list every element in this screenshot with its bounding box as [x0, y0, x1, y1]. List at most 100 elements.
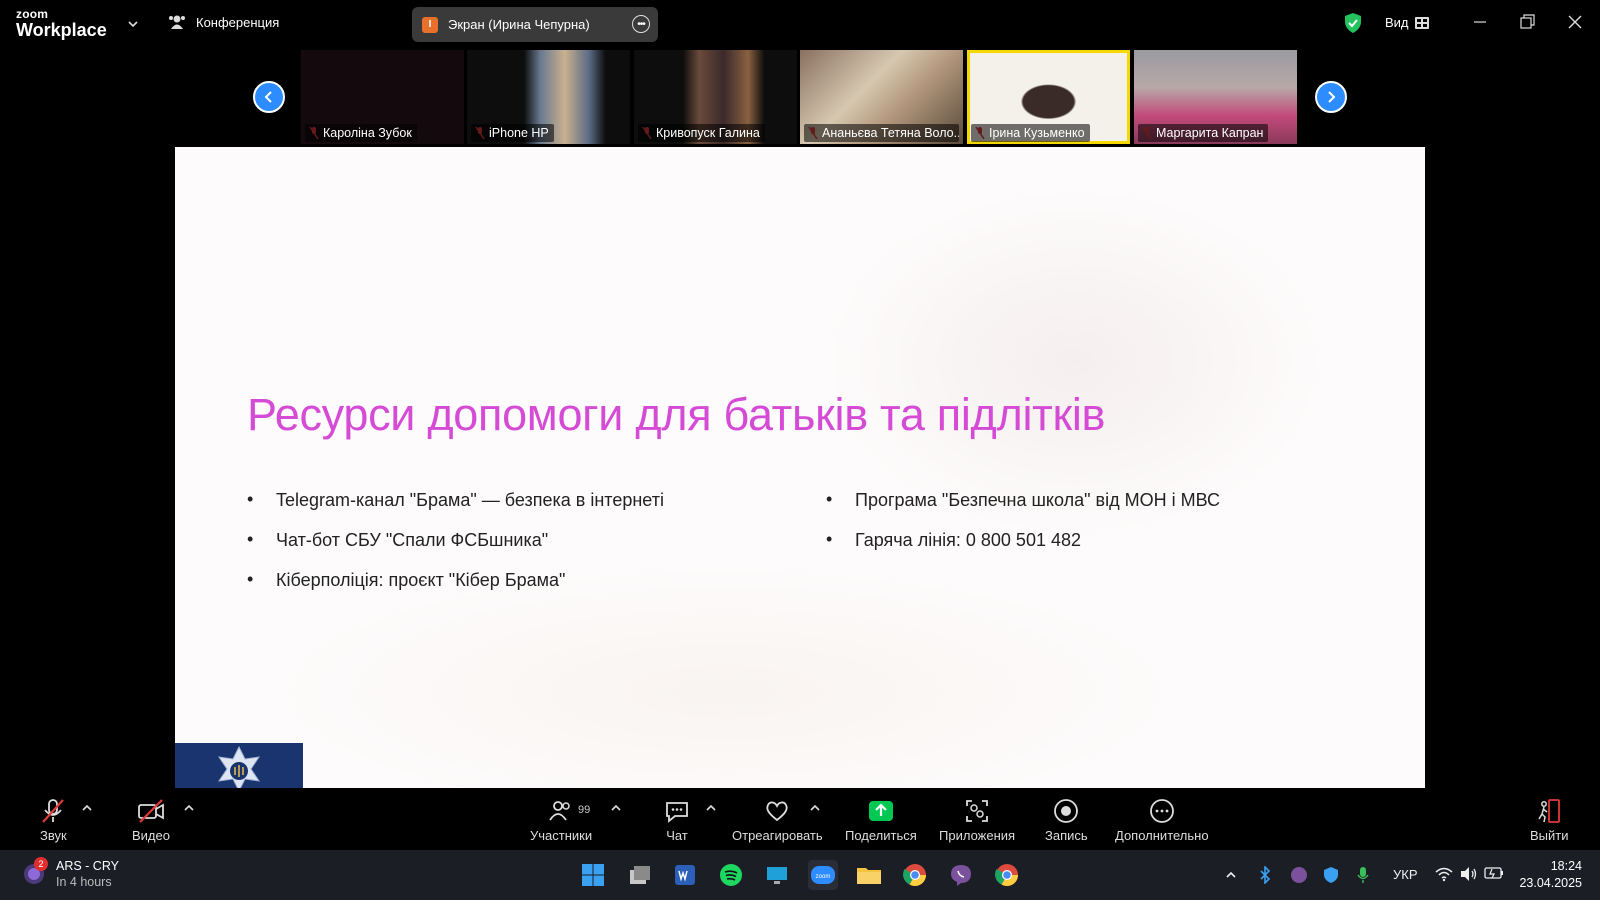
- slide-list-item: Telegram-канал "Брама" — безпека в інтер…: [247, 489, 664, 530]
- chevron-up-icon[interactable]: [1225, 869, 1237, 881]
- share-label: Экран (Ирина Чепурна): [448, 17, 590, 32]
- view-button[interactable]: Вид: [1385, 15, 1429, 30]
- grid-view-icon: [1414, 16, 1429, 29]
- chrome-app-icon[interactable]: [900, 860, 930, 890]
- meeting-info-button[interactable]: Конференция: [168, 14, 279, 30]
- police-emblem-logo: [175, 743, 303, 788]
- chevron-left-icon: [264, 91, 272, 103]
- chevron-up-icon[interactable]: [610, 802, 622, 814]
- more-options-icon[interactable]: •••: [632, 15, 650, 33]
- view-label: Вид: [1385, 15, 1409, 30]
- audio-label: Звук: [40, 828, 67, 843]
- system-clock[interactable]: 18:24 23.04.2025: [1519, 858, 1582, 892]
- slide-title: Ресурси допомоги для батьків та підліткі…: [247, 389, 1106, 440]
- participants-icon: [549, 801, 570, 821]
- chevron-right-icon: [1328, 91, 1336, 103]
- zoom-app-icon[interactable]: zoom: [808, 860, 838, 890]
- slide-background-decoration: [825, 187, 1325, 537]
- share-screen-button[interactable]: Поделиться: [845, 798, 917, 843]
- title-bar: zoom Workplace Конференция I Экран (Ирин…: [0, 0, 1600, 48]
- restore-icon[interactable]: [1517, 12, 1537, 32]
- participants-label: Участники: [530, 828, 593, 843]
- windows-start-icon[interactable]: [578, 860, 608, 890]
- sharer-avatar: I: [422, 16, 438, 33]
- file-explorer-icon[interactable]: [854, 860, 884, 890]
- video-tile[interactable]: Кривопуск Галина: [634, 50, 797, 144]
- participants-count: 99: [578, 804, 591, 816]
- chat-button[interactable]: Чат: [664, 798, 690, 843]
- meeting-toolbar: Звук Видео Участники 99 Чат Отреагироват…: [0, 788, 1600, 850]
- screen-share-indicator[interactable]: I Экран (Ирина Чепурна) •••: [412, 7, 658, 42]
- slide-list-right: Програма "Безпечна школа" від МОН і МВС …: [826, 489, 1220, 570]
- leave-icon: [1538, 799, 1561, 823]
- participant-name: iPhone HP: [471, 124, 554, 142]
- police-star-icon: [217, 745, 261, 788]
- word-app-icon[interactable]: [670, 860, 700, 890]
- video-tile[interactable]: Кароліна Зубок: [301, 50, 464, 144]
- chevron-down-icon[interactable]: [126, 17, 140, 31]
- video-tile[interactable]: Маргарита Капран: [1134, 50, 1297, 144]
- video-tile-active-speaker[interactable]: Ірина Кузьменко: [967, 50, 1130, 144]
- prev-page-button[interactable]: [253, 81, 285, 113]
- participant-name: Кароліна Зубок: [305, 124, 417, 142]
- leave-label: Выйти: [1530, 828, 1569, 843]
- leave-button[interactable]: Выйти: [1530, 798, 1569, 843]
- next-page-button[interactable]: [1315, 81, 1347, 113]
- video-tile[interactable]: iPhone HP: [467, 50, 630, 144]
- slide-list-item: Програма "Безпечна школа" від МОН і МВС: [826, 489, 1220, 530]
- record-icon: [1054, 799, 1079, 823]
- participant-name: Маргарита Капран: [1138, 124, 1269, 142]
- record-label: Запись: [1045, 828, 1088, 843]
- volume-icon[interactable]: [1460, 866, 1478, 882]
- chevron-up-icon[interactable]: [81, 802, 93, 814]
- slide-list-item: Чат-бот СБУ "Спали ФСБшника": [247, 529, 664, 570]
- slide-list-item: Гаряча лінія: 0 800 501 482: [826, 529, 1220, 570]
- more-button[interactable]: Дополнительно: [1115, 798, 1209, 843]
- viber-app-icon[interactable]: [946, 860, 976, 890]
- notification-subtitle: In 4 hours: [56, 875, 112, 889]
- logo-small-text: zoom: [16, 7, 49, 21]
- windows-taskbar: 2 ARS - CRY In 4 hours zoom УКР 18:24 23…: [0, 850, 1600, 900]
- chevron-up-icon[interactable]: [809, 802, 821, 814]
- record-button[interactable]: Запись: [1045, 798, 1088, 843]
- participants-group-icon: [169, 15, 185, 29]
- chat-label: Чат: [666, 828, 688, 843]
- more-icon: [1149, 799, 1174, 823]
- viber-tray-icon[interactable]: [1290, 866, 1308, 884]
- slide-list-left: Telegram-канал "Брама" — безпека в інтер…: [247, 489, 664, 610]
- audio-button[interactable]: Звук: [40, 798, 67, 843]
- chevron-up-icon[interactable]: [705, 802, 717, 814]
- task-view-icon[interactable]: [625, 860, 655, 890]
- security-tray-icon[interactable]: [1322, 866, 1340, 884]
- shared-screen: Ресурси допомоги для батьків та підліткі…: [175, 147, 1425, 788]
- video-button[interactable]: Видео: [132, 798, 170, 843]
- clock-time: 18:24: [1550, 859, 1582, 873]
- camera-off-icon: [138, 799, 164, 823]
- video-label: Видео: [132, 828, 170, 843]
- minimize-icon[interactable]: [1470, 12, 1490, 32]
- notification-title: ARS - CRY: [56, 859, 119, 873]
- remote-desktop-icon[interactable]: [762, 860, 792, 890]
- video-tile[interactable]: Ананьєва Тетяна Воло...: [800, 50, 963, 144]
- calendar-notification-widget[interactable]: 2 ARS - CRY In 4 hours: [22, 857, 119, 890]
- apps-button[interactable]: Приложения: [939, 798, 1015, 843]
- mic-muted-icon: [42, 799, 65, 823]
- apps-label: Приложения: [939, 828, 1016, 843]
- more-label: Дополнительно: [1115, 828, 1209, 843]
- microphone-tray-icon[interactable]: [1357, 866, 1369, 884]
- security-shield-icon[interactable]: [1343, 12, 1363, 34]
- svg-text:zoom: zoom: [816, 874, 831, 880]
- close-icon[interactable]: [1565, 12, 1585, 32]
- language-indicator[interactable]: УКР: [1393, 867, 1418, 882]
- participant-name: Кривопуск Галина: [638, 124, 765, 142]
- wifi-icon[interactable]: [1435, 866, 1453, 882]
- chevron-up-icon[interactable]: [183, 802, 195, 814]
- bluetooth-icon[interactable]: [1258, 866, 1272, 884]
- clock-date: 23.04.2025: [1519, 876, 1582, 890]
- battery-icon[interactable]: [1484, 866, 1504, 880]
- slide-list-item: Кіберполіція: проєкт "Кібер Брама": [247, 569, 664, 610]
- spotify-app-icon[interactable]: [716, 860, 746, 890]
- participant-name: Ананьєва Тетяна Воло...: [804, 124, 959, 142]
- chrome-app-icon-2[interactable]: [992, 860, 1022, 890]
- zoom-logo[interactable]: zoom Workplace: [16, 8, 107, 39]
